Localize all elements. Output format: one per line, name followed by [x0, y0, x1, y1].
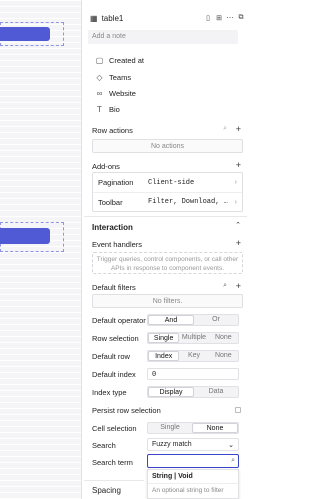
row-actions-empty: No actions [92, 139, 243, 153]
collapse-icon[interactable]: ⧉ [236, 14, 246, 22]
column-item[interactable]: ∞ Website [95, 89, 136, 98]
cell-selection-toggle[interactable]: Single None [147, 422, 239, 434]
inspector-header: ▦ table1 ▯ ⊞ ⋯ ⧉ [84, 8, 247, 28]
link-icon: ∞ [96, 89, 103, 98]
note-input[interactable]: Add a note [88, 30, 238, 44]
autocomplete-popup: String | Void An optional string to filt… [147, 469, 239, 499]
row-selection-label: Row selection [92, 334, 139, 343]
chevron-down-icon: ⌄ [228, 442, 234, 449]
canvas-component[interactable] [0, 228, 50, 244]
search-label: Search [92, 441, 116, 450]
default-operator-label: Default operator [92, 316, 146, 325]
search-icon: ⌕ [231, 457, 235, 464]
type-description: An optional string to filter [152, 487, 224, 494]
addon-row[interactable]: Toolbar Filter, Download, … › [93, 192, 242, 211]
addon-row[interactable]: Pagination Client-side › [93, 173, 242, 192]
default-index-label: Default index [92, 370, 136, 379]
tag-icon: ◇ [96, 73, 103, 82]
default-operator-toggle[interactable]: And Or [147, 314, 239, 326]
cell-selection-label: Cell selection [92, 424, 137, 433]
persist-checkbox[interactable] [235, 407, 241, 413]
canvas-component[interactable] [0, 27, 50, 41]
column-item[interactable]: T Bio [95, 105, 120, 114]
column-item[interactable]: ▢ Created at [95, 56, 144, 65]
default-index-input[interactable]: 0 [147, 368, 239, 380]
row-selection-toggle[interactable]: Single Multiple None [147, 332, 239, 344]
text-icon: T [97, 105, 102, 114]
persist-label: Persist row selection [92, 406, 161, 415]
row-actions-label: Row actions [92, 126, 133, 135]
add-filter-button[interactable]: + [236, 281, 241, 291]
link-icon[interactable]: ⌕ [223, 125, 227, 133]
component-title[interactable]: table1 [102, 14, 203, 23]
default-row-label: Default row [92, 352, 130, 361]
docs-icon[interactable]: ▯ [203, 14, 213, 22]
add-event-handler-button[interactable]: + [236, 238, 241, 248]
add-row-action-button[interactable]: + [236, 124, 241, 134]
addons-list: Pagination Client-side › Toolbar Filter,… [92, 172, 243, 212]
link-icon[interactable]: ⌕ [223, 282, 227, 290]
add-addon-button[interactable]: + [236, 160, 241, 170]
index-type-toggle[interactable]: Display Data [147, 386, 239, 398]
divider [84, 480, 144, 481]
divider [84, 216, 247, 217]
column-item[interactable]: ◇ Teams [95, 73, 131, 82]
default-filters-label: Default filters [92, 283, 136, 292]
interaction-heading[interactable]: Interaction [92, 223, 133, 232]
hierarchy-icon[interactable]: ⊞ [214, 14, 224, 22]
search-select[interactable]: Fuzzy match ⌄ [147, 438, 239, 451]
chevron-up-icon[interactable]: ⌃ [235, 221, 241, 229]
calendar-icon: ▢ [95, 56, 104, 65]
default-row-toggle[interactable]: Index Key None [147, 350, 239, 362]
chevron-right-icon: › [234, 198, 237, 206]
event-handlers-label: Event handlers [92, 240, 143, 249]
type-hint: String | Void [148, 470, 238, 484]
event-handler-hint: Trigger queries, control components, or … [92, 252, 243, 274]
table-icon: ▦ [90, 13, 98, 23]
search-term-label: Search term [92, 458, 133, 467]
canvas-area [0, 0, 82, 499]
spacing-label: Spacing [92, 486, 121, 495]
chevron-right-icon: › [234, 179, 237, 186]
addons-label: Add-ons [92, 162, 120, 171]
search-term-input[interactable]: ⌕ [147, 454, 239, 468]
filters-empty: No filters. [92, 294, 243, 308]
index-type-label: Index type [92, 388, 127, 397]
more-icon[interactable]: ⋯ [225, 14, 235, 22]
